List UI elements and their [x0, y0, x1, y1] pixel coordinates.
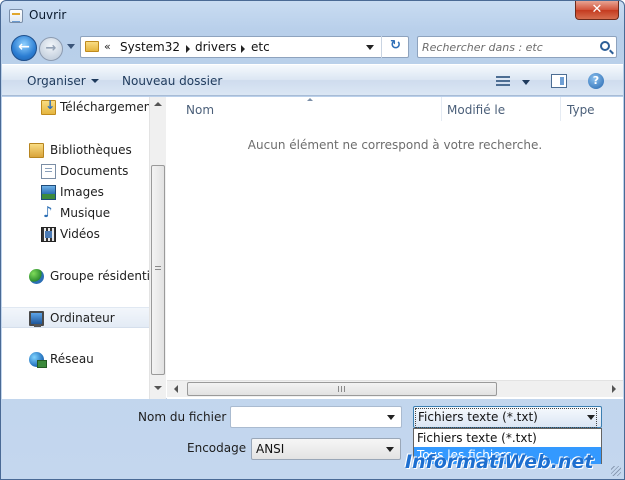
sidebar-item-libraries[interactable]: Bibliothèques — [2, 140, 149, 161]
sidebar-item-images[interactable]: Images — [2, 182, 149, 203]
homegroup-icon — [29, 269, 44, 284]
navigation-pane: Téléchargements Bibliothèques Documents … — [2, 97, 149, 399]
breadcrumb-separator-icon[interactable] — [186, 45, 190, 53]
organize-label: Organiser — [27, 74, 86, 88]
navigation-scrollbar[interactable] — [149, 97, 166, 399]
breadcrumb-etc[interactable]: etc — [251, 40, 270, 54]
sidebar-item-label: Ordinateur — [50, 311, 115, 325]
sidebar-item-homegroup[interactable]: Groupe résidentiel — [2, 266, 149, 287]
chevron-down-icon — [90, 79, 99, 83]
sidebar-item-label: Groupe résidentiel — [50, 269, 149, 283]
breadcrumb-drivers[interactable]: drivers — [195, 40, 237, 54]
encoding-label: Encodage : — [187, 441, 254, 455]
file-list: Nom Modifié le Type Aucun élément ne cor… — [167, 97, 623, 399]
file-type-selected-value: Fichiers texte (*.txt) — [418, 410, 538, 424]
chevron-down-icon[interactable] — [386, 447, 394, 452]
sidebar-item-label: Documents — [60, 164, 129, 178]
filename-combo — [230, 406, 402, 428]
address-bar[interactable]: « System32 drivers etc — [80, 36, 409, 58]
sidebar-item-label: Images — [60, 185, 104, 199]
search-box — [417, 36, 617, 58]
music-icon — [41, 203, 56, 221]
column-header-modified[interactable]: Modifié le — [447, 97, 505, 121]
command-bar: Organiser Nouveau dossier ? — [2, 64, 623, 96]
chevron-down-icon[interactable] — [587, 415, 595, 420]
sidebar-item-label: Bibliothèques — [50, 143, 132, 157]
scrollbar-thumb[interactable] — [151, 165, 165, 375]
downloads-folder-icon — [41, 98, 56, 115]
libraries-icon — [29, 143, 44, 158]
sidebar-item-label: Vidéos — [60, 227, 100, 241]
sidebar-item-videos[interactable]: Vidéos — [2, 224, 149, 245]
recent-locations-chevron-down-icon[interactable] — [67, 44, 75, 49]
back-button[interactable]: ← — [11, 35, 37, 61]
notepad-icon — [9, 9, 23, 23]
file-list-horizontal-scrollbar[interactable] — [167, 380, 623, 397]
scroll-up-icon[interactable] — [154, 102, 162, 106]
search-input[interactable] — [422, 39, 592, 55]
views-icon[interactable] — [496, 76, 510, 87]
sidebar-item-label: Musique — [60, 206, 111, 220]
sidebar-item-label: Téléchargements — [60, 100, 149, 114]
refresh-button[interactable]: ↻ — [381, 36, 409, 58]
column-divider[interactable] — [441, 97, 442, 121]
encoding-select[interactable]: ANSI — [251, 438, 401, 460]
close-button[interactable]: ✕ — [575, 1, 619, 20]
images-icon — [41, 185, 56, 200]
help-icon[interactable]: ? — [588, 73, 604, 89]
breadcrumb-separator-icon[interactable] — [241, 45, 245, 53]
column-header-name[interactable]: Nom — [186, 97, 214, 121]
grip-icon — [338, 386, 345, 392]
sort-ascending-icon — [307, 98, 313, 101]
resize-grip-icon[interactable] — [611, 466, 621, 476]
organize-menu-button[interactable]: Organiser — [27, 74, 99, 88]
computer-icon — [29, 311, 44, 327]
main-area: Téléchargements Bibliothèques Documents … — [2, 97, 623, 399]
preview-pane-icon[interactable] — [551, 74, 567, 88]
breadcrumb-system32[interactable]: System32 — [120, 40, 180, 54]
file-type-select[interactable]: Fichiers texte (*.txt) — [413, 406, 602, 428]
grip-icon — [155, 266, 161, 272]
address-dropdown-icon[interactable] — [366, 45, 374, 50]
scroll-left-icon[interactable] — [174, 385, 178, 393]
scroll-down-icon[interactable] — [154, 386, 162, 390]
forward-button[interactable]: → — [39, 37, 63, 61]
empty-results-message: Aucun élément ne correspond à votre rech… — [247, 138, 543, 152]
sidebar-item-network[interactable]: Réseau — [2, 349, 149, 370]
window-title: Ouvrir — [29, 8, 67, 22]
sidebar-item-downloads[interactable]: Téléchargements — [2, 97, 149, 118]
breadcrumb-overflow[interactable]: « — [104, 40, 111, 53]
encoding-selected-value: ANSI — [256, 442, 285, 456]
chevron-down-icon[interactable] — [387, 415, 395, 420]
new-folder-button[interactable]: Nouveau dossier — [122, 74, 222, 88]
sidebar-item-computer[interactable]: Ordinateur — [2, 307, 149, 328]
open-file-dialog: Ouvrir ✕ ← → « System32 drivers etc ↻ Or… — [0, 0, 625, 480]
sidebar-item-label: Réseau — [50, 352, 94, 366]
scroll-right-icon[interactable] — [612, 385, 616, 393]
videos-icon — [41, 227, 56, 242]
search-icon[interactable] — [600, 41, 610, 51]
column-divider[interactable] — [560, 97, 561, 121]
title-bar[interactable]: Ouvrir ✕ — [1, 1, 624, 31]
sidebar-item-documents[interactable]: Documents — [2, 161, 149, 182]
filename-label: Nom du fichier : — [138, 410, 235, 424]
views-dropdown-icon[interactable] — [522, 80, 530, 85]
filename-input[interactable] — [234, 409, 379, 425]
column-header-type[interactable]: Type — [567, 97, 595, 121]
file-type-option-text[interactable]: Fichiers texte (*.txt) — [414, 430, 601, 447]
network-icon — [29, 352, 47, 368]
watermark-logo: InformatiWeb.net — [405, 451, 594, 473]
documents-icon — [41, 164, 56, 179]
scrollbar-thumb[interactable] — [187, 382, 497, 396]
sidebar-item-music[interactable]: Musique — [2, 203, 149, 224]
folder-icon — [85, 41, 99, 52]
